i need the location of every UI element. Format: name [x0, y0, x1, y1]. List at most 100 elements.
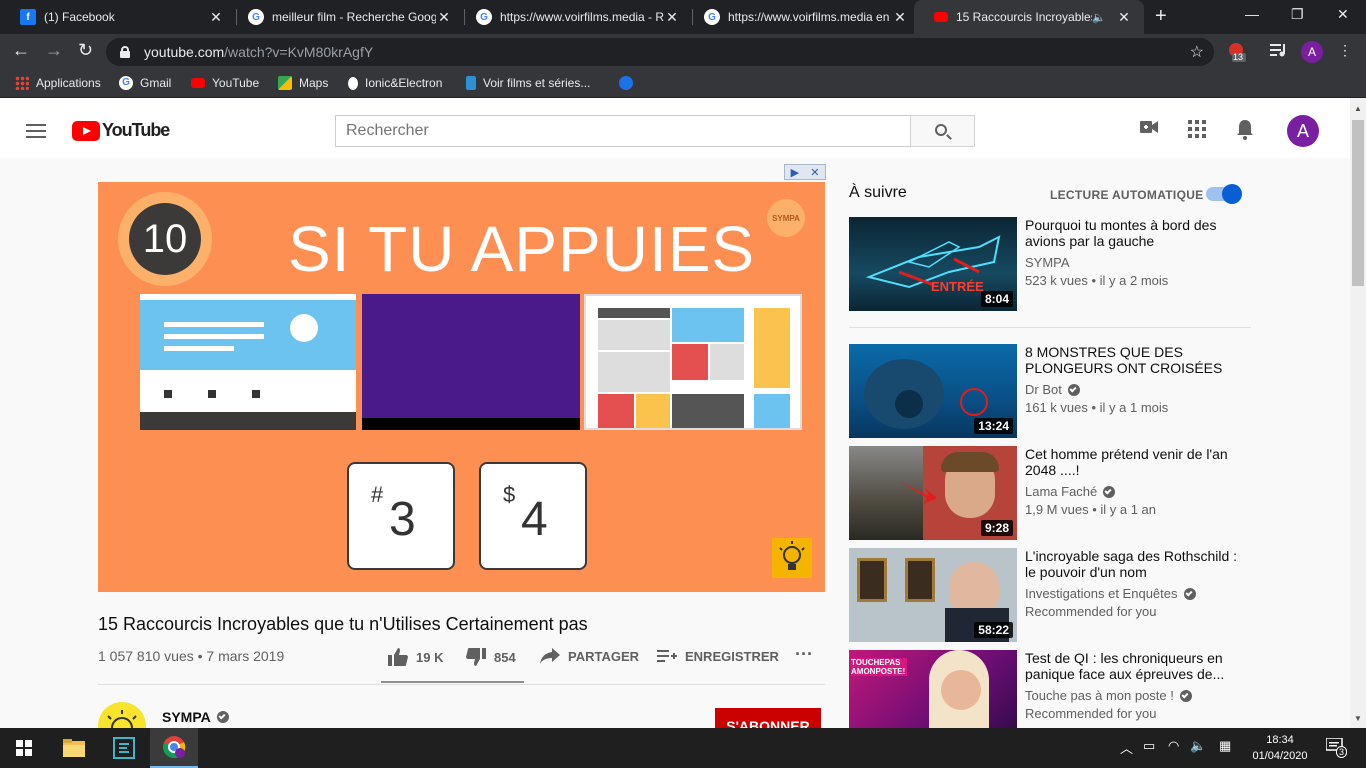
- create-video-icon[interactable]: [1140, 120, 1158, 139]
- extension-icon[interactable]: 13: [1227, 42, 1247, 62]
- more-options-icon[interactable]: ···: [795, 644, 813, 665]
- chrome-taskbar-icon[interactable]: [150, 728, 198, 768]
- close-icon[interactable]: ✕: [208, 9, 224, 26]
- dislike-count: 854: [494, 649, 516, 665]
- recommendation-item[interactable]: 58:22 L'incroyable saga des Rothschild :…: [849, 548, 1251, 642]
- bookmark-youtube[interactable]: YouTube: [191, 76, 259, 90]
- keyboard-icon[interactable]: ▦: [1219, 738, 1231, 754]
- account-avatar[interactable]: A: [1287, 115, 1319, 147]
- channel-name[interactable]: Investigations et Enquêtes: [1025, 586, 1196, 601]
- tab-google-search[interactable]: G meilleur film - Recherche Google ✕: [228, 0, 464, 34]
- bookmark-extra[interactable]: [619, 76, 640, 90]
- channel-name[interactable]: Touche pas à mon poste !: [1025, 688, 1192, 703]
- channel-avatar[interactable]: [98, 702, 146, 728]
- channel-name-text: Dr Bot: [1025, 382, 1062, 397]
- channel-name[interactable]: SYMPA: [1025, 255, 1070, 270]
- menu-icon[interactable]: [26, 124, 46, 138]
- video-thumbnail[interactable]: 13:24: [849, 344, 1017, 438]
- tab-voirfilms-2[interactable]: G https://www.voirfilms.media en ✕: [684, 0, 920, 34]
- person-icon: [290, 314, 318, 342]
- close-icon[interactable]: ✕: [436, 9, 452, 26]
- video-title[interactable]: 8 MONSTRES QUE DES PLONGEURS ONT CROISÉE…: [1025, 344, 1240, 376]
- menu-kebab-icon[interactable]: ⋮: [1338, 42, 1352, 59]
- bookmark-voirfilms[interactable]: Voir films et séries...: [466, 76, 590, 90]
- like-button[interactable]: 19 K: [388, 648, 443, 666]
- apps-icon[interactable]: [1188, 120, 1206, 143]
- channel-name[interactable]: SYMPA: [162, 709, 229, 725]
- close-window-icon[interactable]: ✕: [1337, 6, 1349, 23]
- video-thumbnail[interactable]: TOUCHEPAS AMONPOSTE!: [849, 650, 1017, 728]
- video-thumbnail[interactable]: 9:28: [849, 446, 1017, 540]
- video-player[interactable]: 10 SI TU APPUIES SYMPA # 3 $ 4: [98, 182, 825, 592]
- ad-close-icon[interactable]: ✕: [810, 166, 819, 179]
- subscribe-button[interactable]: S'ABONNER: [715, 708, 821, 728]
- search-input[interactable]: [335, 115, 911, 147]
- bookmark-star-icon[interactable]: ☆: [1190, 42, 1204, 62]
- video-thumbnail[interactable]: ENTRÉE 8:04: [849, 217, 1017, 311]
- bookmark-maps[interactable]: Maps: [278, 76, 328, 90]
- bookmark-label: Voir films et séries...: [483, 76, 591, 90]
- bookmark-applications[interactable]: Applications: [15, 76, 101, 90]
- lightbulb-icon: [772, 538, 812, 578]
- wifi-icon[interactable]: ◠: [1168, 738, 1179, 754]
- system-clock[interactable]: 18:34 01/04/2020: [1248, 732, 1312, 764]
- close-icon[interactable]: ✕: [664, 9, 680, 26]
- bookmark-gmail[interactable]: G Gmail: [119, 76, 171, 90]
- forward-icon[interactable]: →: [45, 40, 63, 61]
- recommendation-item[interactable]: ENTRÉE 8:04 Pourquoi tu montes à bord de…: [849, 217, 1251, 311]
- close-icon[interactable]: ✕: [1116, 9, 1132, 26]
- bookmark-ionic-electron[interactable]: Ionic&Electron: [348, 76, 442, 90]
- video-title[interactable]: Pourquoi tu montes à bord des avions par…: [1025, 217, 1240, 249]
- recommendation-item[interactable]: 13:24 8 MONSTRES QUE DES PLONGEURS ONT C…: [849, 344, 1251, 438]
- scroll-down-icon[interactable]: ▼: [1354, 714, 1362, 723]
- windows-start-icon[interactable]: [0, 728, 48, 768]
- file-explorer-icon[interactable]: [50, 728, 98, 768]
- ad-choices-badge[interactable]: ▶ ✕: [784, 164, 826, 180]
- close-icon[interactable]: ✕: [892, 9, 908, 26]
- page-scrollbar[interactable]: ▲ ▼: [1350, 98, 1366, 728]
- recommendation-item[interactable]: TOUCHEPAS AMONPOSTE! Test de QI : les ch…: [849, 650, 1251, 728]
- video-title[interactable]: Test de QI : les chroniqueurs en panique…: [1025, 650, 1240, 682]
- notification-center-icon[interactable]: 3: [1325, 737, 1348, 758]
- speaker-icon[interactable]: 🔈: [1092, 11, 1106, 24]
- reload-icon[interactable]: ↻: [78, 40, 93, 61]
- video-title[interactable]: Cet homme prétend venir de l'an 2048 ...…: [1025, 446, 1240, 478]
- tab-facebook[interactable]: f (1) Facebook ✕: [0, 0, 236, 34]
- save-button[interactable]: ENREGISTRER: [657, 648, 779, 664]
- search-button[interactable]: [910, 115, 975, 147]
- maximize-icon[interactable]: ❐: [1291, 6, 1304, 23]
- battery-icon[interactable]: ▭: [1143, 738, 1155, 754]
- playlist-add-icon: [657, 650, 677, 662]
- share-button[interactable]: PARTAGER: [540, 648, 639, 664]
- bookmarks-bar: Applications G Gmail YouTube Maps Ionic&…: [0, 70, 1366, 98]
- address-bar[interactable]: youtube.com/watch?v=KvM80krAgfY ☆: [106, 38, 1214, 66]
- autoplay-toggle[interactable]: [1206, 184, 1242, 204]
- media-control-icon[interactable]: [1270, 42, 1290, 62]
- verified-icon: [1179, 689, 1192, 702]
- channel-name[interactable]: Lama Faché: [1025, 484, 1116, 499]
- notifications-bell-icon[interactable]: [1236, 120, 1254, 145]
- recommendation-item[interactable]: 9:28 Cet homme prétend venir de l'an 204…: [849, 446, 1251, 540]
- tab-voirfilms-1[interactable]: G https://www.voirfilms.media - R ✕: [456, 0, 692, 34]
- volume-icon[interactable]: 🔈: [1190, 738, 1206, 754]
- grid-layout-illustration: [584, 294, 802, 430]
- tab-youtube[interactable]: 15 Raccourcis Incroyables 🔈 ✕: [914, 0, 1144, 34]
- verified-icon: [216, 711, 229, 723]
- logo-text: YouTube: [102, 120, 170, 140]
- apps-grid-icon: [15, 76, 29, 90]
- video-title[interactable]: L'incroyable saga des Rothschild : le po…: [1025, 548, 1240, 580]
- profile-avatar[interactable]: A: [1301, 41, 1323, 63]
- scrollbar-thumb[interactable]: [1352, 120, 1364, 286]
- youtube-logo[interactable]: YouTube: [72, 120, 170, 141]
- minimize-icon[interactable]: —: [1245, 6, 1259, 22]
- dislike-button[interactable]: 854: [466, 648, 516, 666]
- back-icon[interactable]: ←: [12, 40, 30, 61]
- editor-app-icon[interactable]: [100, 728, 148, 768]
- video-thumbnail[interactable]: 58:22: [849, 548, 1017, 642]
- tray-expand-icon[interactable]: ︿: [1120, 738, 1133, 757]
- browser-tab-strip: f (1) Facebook ✕ G meilleur film - Reche…: [0, 0, 1366, 34]
- new-tab-button[interactable]: +: [1155, 5, 1167, 28]
- channel-name[interactable]: Dr Bot: [1025, 382, 1080, 397]
- google-icon: G: [476, 9, 492, 25]
- scroll-up-icon[interactable]: ▲: [1354, 104, 1362, 113]
